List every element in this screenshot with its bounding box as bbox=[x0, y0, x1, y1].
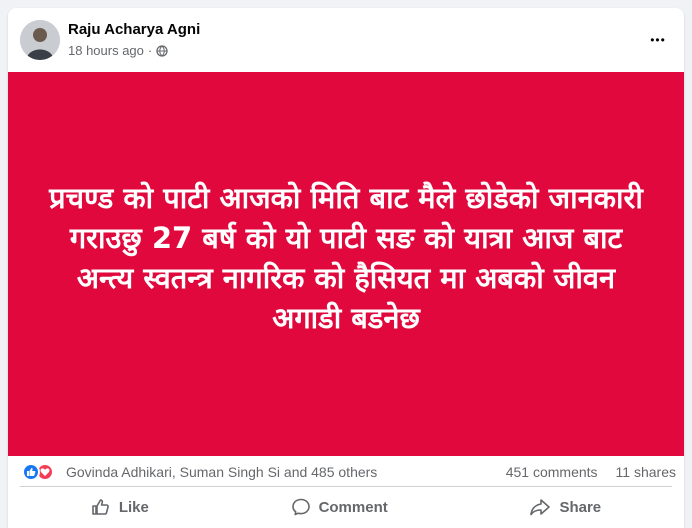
reaction-icons[interactable] bbox=[22, 463, 54, 481]
comment-button[interactable]: Comment bbox=[267, 491, 412, 523]
more-options-icon: ••• bbox=[650, 33, 666, 47]
comments-count[interactable]: 451 comments bbox=[506, 464, 598, 480]
comment-icon bbox=[291, 498, 310, 516]
profile-photo-icon bbox=[20, 20, 60, 60]
like-icon bbox=[22, 463, 40, 481]
reaction-names[interactable]: Govinda Adhikari, Suman Singh Si and 485… bbox=[66, 464, 377, 480]
shares-count[interactable]: 11 shares bbox=[616, 464, 676, 480]
avatar[interactable] bbox=[20, 20, 60, 60]
post-header: Raju Acharya Agni 18 hours ago · ••• bbox=[8, 8, 684, 72]
post-time[interactable]: 18 hours ago bbox=[68, 43, 144, 58]
share-button[interactable]: Share bbox=[505, 491, 625, 523]
comment-label: Comment bbox=[318, 498, 388, 516]
divider bbox=[20, 486, 672, 487]
like-label: Like bbox=[118, 498, 149, 516]
post-background-text: प्रचण्ड को पाटी आजको मिति बाट मैले छोडेक… bbox=[8, 72, 684, 456]
post-meta: 18 hours ago · bbox=[68, 43, 168, 58]
meta-separator: · bbox=[147, 43, 153, 58]
share-icon bbox=[530, 499, 551, 516]
action-bar: Like Comment Share bbox=[20, 488, 672, 526]
more-options-button[interactable]: ••• bbox=[646, 28, 670, 52]
like-button[interactable]: Like bbox=[67, 491, 173, 523]
share-label: Share bbox=[559, 498, 602, 516]
engagement-counts: 451 comments 11 shares bbox=[506, 464, 676, 480]
globe-icon bbox=[156, 44, 168, 57]
post-stats: Govinda Adhikari, Suman Singh Si and 485… bbox=[8, 456, 684, 486]
post-card: Raju Acharya Agni 18 hours ago · ••• प्र… bbox=[8, 8, 684, 528]
post-body-text: प्रचण्ड को पाटी आजको मिति बाट मैले छोडेक… bbox=[49, 181, 643, 335]
thumbs-up-icon bbox=[92, 499, 109, 515]
author-name[interactable]: Raju Acharya Agni bbox=[68, 21, 200, 38]
